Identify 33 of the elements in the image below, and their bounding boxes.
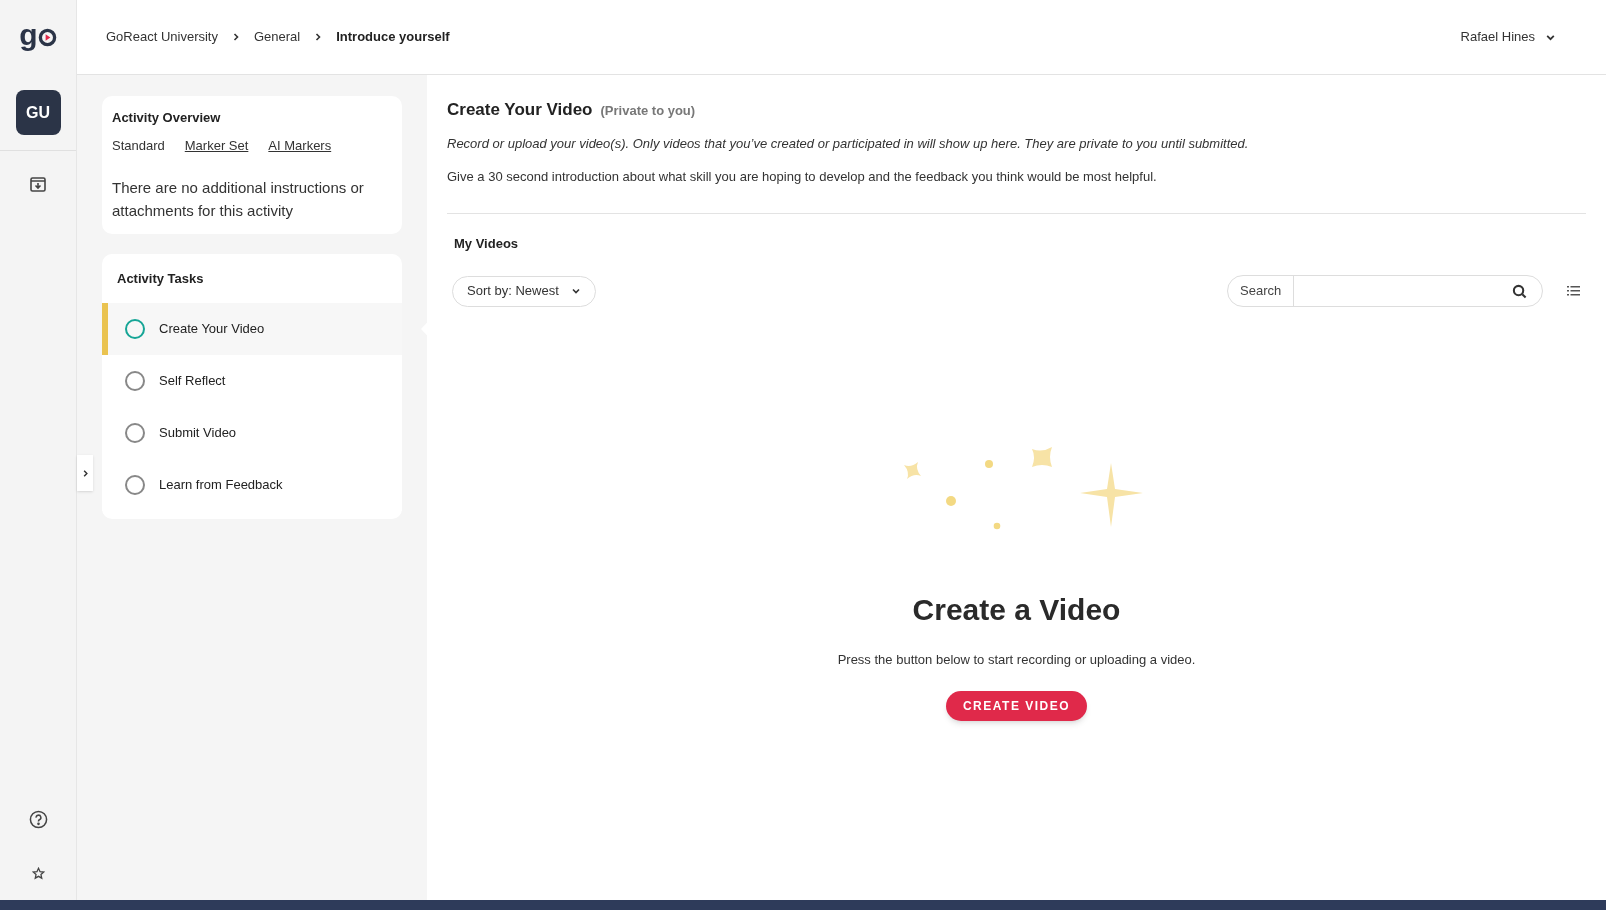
empty-state-text: Press the button below to start recording or uploading a video. <box>837 651 1196 669</box>
chevron-down-icon <box>570 286 581 296</box>
activity-instructions: Give a 30 second introduction about what skill you are hoping to develop and the feedback you think would be most helpful. <box>447 168 1158 186</box>
chevron-right-icon <box>231 32 241 42</box>
task-label: Submit Video <box>159 423 237 442</box>
task-label: Learn from Feedback <box>159 475 283 494</box>
course-avatar[interactable]: GU <box>15 90 61 135</box>
page-title: Create Your Video <box>447 99 593 121</box>
breadcrumb-link[interactable]: GoReact University <box>106 27 218 47</box>
section-title: My Videos <box>454 234 520 253</box>
user-menu[interactable]: Rafael Hines <box>1460 27 1556 47</box>
search-label: Search <box>1228 276 1295 306</box>
privacy-note: (Private to you) <box>600 102 696 120</box>
breadcrumb-link[interactable]: Introduce yourself <box>336 27 450 47</box>
create-video-button[interactable]: CREATE VIDEO <box>945 690 1088 721</box>
overview-text: There are no additional instructions or attachments for this activity <box>112 178 365 221</box>
empty-state-title: Create a Video <box>912 592 1121 628</box>
archive-download-icon[interactable] <box>29 175 47 193</box>
card-title: Activity Tasks <box>116 270 205 288</box>
play-circle-icon <box>37 28 57 47</box>
task-label: Self Reflect <box>159 371 226 390</box>
card-title: Activity Overview <box>112 109 222 127</box>
breadcrumb-link[interactable]: General <box>254 27 301 47</box>
star-icon[interactable] <box>31 867 45 880</box>
overview-link[interactable]: AI Markers <box>268 135 332 155</box>
task-label: Create Your Video <box>159 319 265 338</box>
privacy-description: Record or upload your video(s). Only videos that you’ve created or participated in will show up here. They are private to you until submitted. <box>447 134 1250 153</box>
list-view-icon[interactable] <box>1567 285 1580 297</box>
expand-handle[interactable] <box>77 455 93 491</box>
help-icon[interactable] <box>28 810 48 829</box>
search-icon[interactable] <box>1512 283 1527 299</box>
overview-tab[interactable]: Standard <box>112 135 165 155</box>
overview-link[interactable]: Marker Set <box>184 135 249 155</box>
